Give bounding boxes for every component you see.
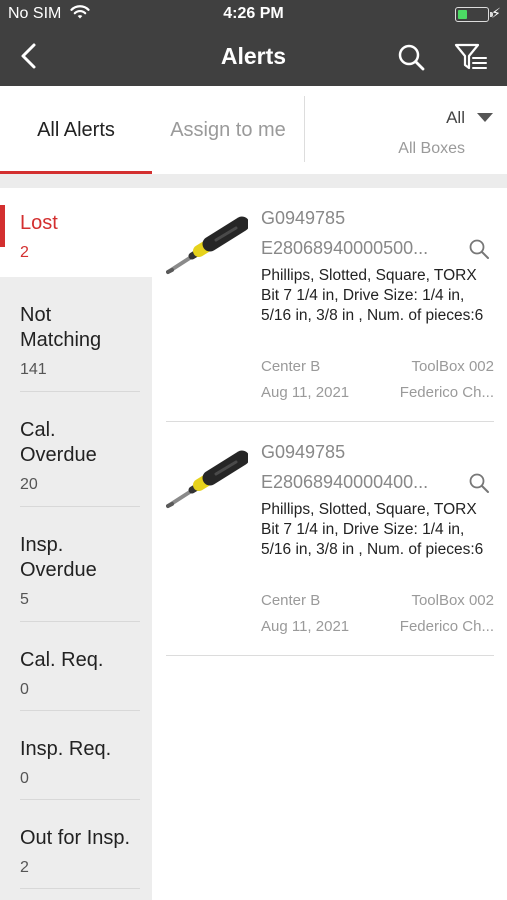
sidebar-item-insp-req[interactable]: Insp. Req. 0: [0, 711, 152, 800]
sidebar-item-label: Cal. Overdue: [20, 419, 97, 466]
search-icon: [398, 44, 425, 71]
sidebar-item-count: 0: [20, 770, 29, 787]
alert-tool-code: G0949785: [261, 208, 346, 228]
active-category-indicator: [0, 205, 5, 247]
search-icon[interactable]: [468, 472, 490, 494]
screwdriver-thumbnail: [166, 450, 248, 508]
search-icon[interactable]: [468, 238, 490, 260]
alert-location: Center B: [261, 592, 321, 609]
alert-list: G0949785 E28068940000500... Phillips, Sl…: [152, 188, 507, 900]
box-filter-dropdown[interactable]: All All Boxes: [305, 86, 507, 174]
status-bar: No SIM 4:26 PM ⚡: [0, 0, 507, 28]
search-button[interactable]: [395, 41, 427, 73]
alert-tabs: All Alerts Assign to me All All Boxes: [0, 86, 507, 174]
tab-all-alerts-label: All Alerts: [37, 119, 115, 141]
box-filter-subtitle: All Boxes: [398, 140, 465, 157]
sidebar-item-label: Out for Insp.: [20, 827, 131, 849]
alert-date: Aug 11, 2021: [261, 384, 350, 401]
chevron-left-icon: [21, 43, 36, 69]
sidebar-item-cal-overdue[interactable]: Cal. Overdue 20: [0, 392, 152, 507]
sidebar-item-label: Lost: [20, 212, 58, 234]
alert-category-sidebar: Lost 2 Not Matching 141 Cal. Overdue 20 …: [0, 188, 152, 900]
sidebar-item-cal-req[interactable]: Cal. Req. 0: [0, 622, 152, 711]
alert-toolbox: ToolBox 002: [411, 592, 494, 609]
sidebar-item-label: Insp. Req.: [20, 738, 112, 760]
alert-description: Phillips, Slotted, Square, TORX Bit 7 1/…: [261, 267, 484, 324]
alert-owner: Federico Ch...: [399, 618, 494, 635]
alert-date: Aug 11, 2021: [261, 618, 350, 635]
tab-all-alerts[interactable]: All Alerts: [0, 86, 152, 174]
charging-bolt-icon: ⚡: [491, 5, 501, 21]
alert-tool-code: G0949785: [261, 442, 346, 462]
filter-list-icon: [454, 43, 487, 70]
tab-assign-to-me[interactable]: Assign to me: [152, 86, 304, 174]
sidebar-item-lost[interactable]: Lost 2: [0, 188, 152, 277]
battery-icon: [455, 7, 493, 22]
alert-toolbox: ToolBox 002: [411, 358, 494, 375]
back-button[interactable]: [14, 40, 46, 72]
sidebar-item-count: 20: [20, 476, 38, 493]
filter-button[interactable]: [453, 41, 489, 73]
sidebar-item-label: Insp. Overdue: [20, 534, 97, 581]
screwdriver-thumbnail: [166, 216, 248, 274]
alert-epc: E28068940000500...: [261, 238, 429, 258]
sidebar-item-insp-overdue[interactable]: Insp. Overdue 5: [0, 507, 152, 622]
box-filter-value: All: [446, 108, 465, 127]
sidebar-item-label: Cal. Req.: [20, 649, 104, 671]
card-divider: [166, 655, 494, 656]
sidebar-separator: [20, 888, 140, 889]
page-title: Alerts: [220, 43, 287, 69]
dropdown-caret-icon: [477, 113, 493, 122]
sidebar-item-out-for-insp[interactable]: Out for Insp. 2: [0, 800, 152, 889]
sidebar-item-not-matching[interactable]: Not Matching 141: [0, 277, 152, 392]
sidebar-item-count: 2: [20, 244, 29, 261]
sidebar-item-count: 0: [20, 681, 29, 698]
sidebar-item-count: 5: [20, 591, 29, 608]
nav-bar: Alerts: [0, 28, 507, 86]
sidebar-item-label: Not Matching: [20, 304, 102, 351]
alert-epc: E28068940000400...: [261, 472, 429, 492]
alert-description: Phillips, Slotted, Square, TORX Bit 7 1/…: [261, 501, 484, 558]
section-divider: [0, 174, 507, 188]
alert-owner: Federico Ch...: [399, 384, 494, 401]
tab-assign-to-me-label: Assign to me: [170, 119, 286, 141]
alert-card[interactable]: G0949785 E28068940000500... Phillips, Sl…: [166, 188, 494, 422]
sidebar-item-count: 141: [20, 361, 47, 378]
alert-location: Center B: [261, 358, 321, 375]
alert-card[interactable]: G0949785 E28068940000400... Phillips, Sl…: [166, 422, 494, 656]
clock: 4:26 PM: [223, 5, 284, 22]
sidebar-item-count: 2: [20, 859, 29, 876]
